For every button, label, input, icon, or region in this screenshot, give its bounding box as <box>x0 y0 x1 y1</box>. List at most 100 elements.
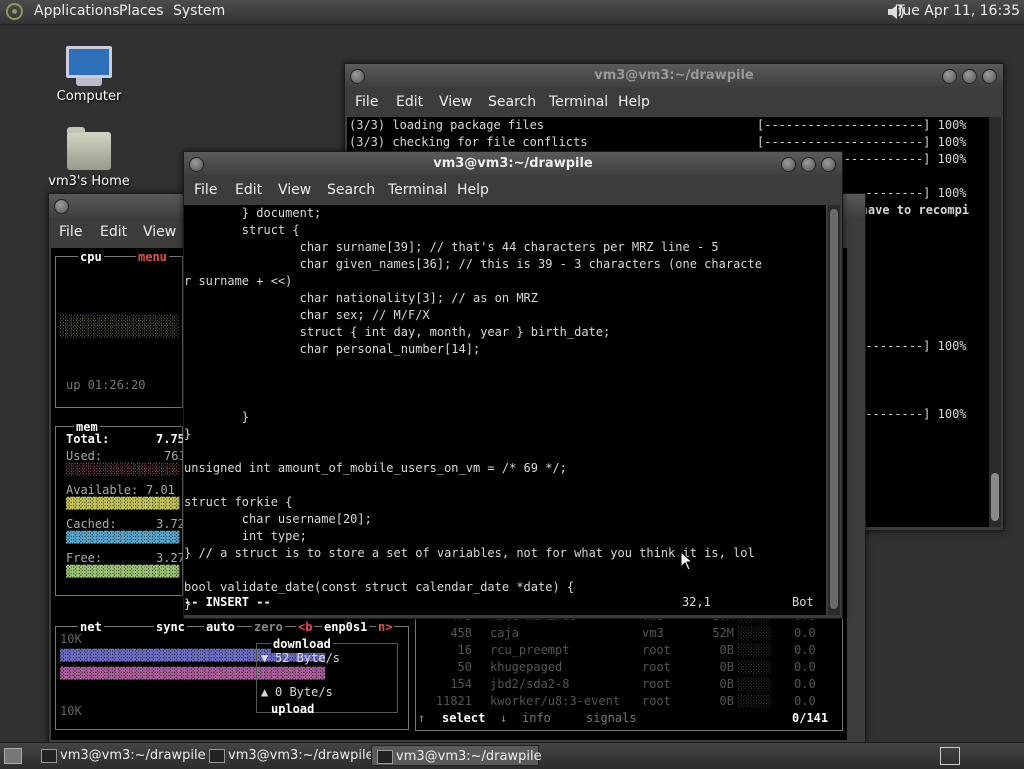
show-desktop-icon[interactable] <box>4 748 22 764</box>
net-prev-iface[interactable]: <b <box>296 619 315 636</box>
code-line: int type; <box>184 529 307 543</box>
proc-box: 473mate-maximusvm327M0.0░░░░░458cajavm35… <box>415 608 843 731</box>
proc-select[interactable]: select <box>442 710 485 727</box>
terminal-icon <box>41 749 57 763</box>
home-folder-desktop-icon[interactable]: vm3's Home <box>44 127 134 189</box>
workspace-switcher-icon[interactable] <box>940 747 960 765</box>
term-line: (3/3) loading package files <box>349 118 545 132</box>
code-line: char given_names[36]; // this is 39 - 3 … <box>184 257 762 271</box>
process-user: root <box>642 660 671 674</box>
mouse-cursor-icon <box>680 551 694 571</box>
net-scale-bottom: 10K <box>60 704 82 718</box>
menu-header[interactable]: menu <box>136 249 169 266</box>
menu-help[interactable]: Help <box>618 94 650 110</box>
back-terminal-titlebar[interactable]: vm3@vm3:~/drawpile <box>345 64 1003 88</box>
menu-file[interactable]: File <box>355 94 378 110</box>
process-mem: 52M <box>712 626 734 640</box>
taskbar-item-3[interactable]: vm3@vm3:~/drawpile <box>371 745 542 766</box>
code-line: struct { int day, month, year } birth_da… <box>184 325 611 339</box>
process-mem: 0B <box>719 677 734 691</box>
process-row[interactable]: 11821 kworker/u8:3-event root 0B 0.0 ░░░░░ <box>416 693 836 710</box>
upload-arrow-icon: ▲ <box>261 685 269 699</box>
close-button[interactable] <box>982 69 997 84</box>
mate-logo-icon[interactable] <box>6 3 23 20</box>
code-line: char surname[39]; // that's 44 character… <box>184 240 719 254</box>
menu-view[interactable]: View <box>143 224 176 240</box>
window-menu-button[interactable] <box>350 69 365 84</box>
menu-view[interactable]: View <box>278 182 311 198</box>
window-menu-button[interactable] <box>189 157 204 172</box>
menu-search[interactable]: Search <box>488 94 536 110</box>
net-next-iface[interactable]: n> <box>376 619 395 636</box>
process-mem-graph: ░░░░░ <box>738 661 772 674</box>
system-menu[interactable]: System <box>173 3 225 19</box>
process-mem: 0B <box>719 694 734 708</box>
net-auto-tab[interactable]: auto <box>204 619 237 636</box>
front-terminal-scrollbar[interactable] <box>828 205 840 615</box>
taskbar-item-2[interactable]: vm3@vm3:~/drawpile <box>204 745 374 766</box>
terminal-icon <box>377 750 393 764</box>
menu-file[interactable]: File <box>59 224 82 240</box>
close-button[interactable] <box>821 157 836 172</box>
process-user: root <box>642 677 671 691</box>
back-terminal-title: vm3@vm3:~/drawpile <box>594 68 754 83</box>
process-mem: 0B <box>719 643 734 657</box>
menu-view[interactable]: View <box>439 94 472 110</box>
front-terminal-title: vm3@vm3:~/drawpile <box>433 156 593 171</box>
process-mem-graph: ░░░░░ <box>738 695 772 708</box>
window-menu-button[interactable] <box>54 199 69 214</box>
download-rate: 52 Byte/s <box>275 651 341 665</box>
menu-terminal[interactable]: Terminal <box>549 94 608 110</box>
menu-file[interactable]: File <box>194 182 217 198</box>
process-mem-graph: ░░░░░ <box>738 678 772 691</box>
maximize-button[interactable] <box>962 69 977 84</box>
process-mem: 0B <box>719 660 734 674</box>
download-arrow-icon: ▼ <box>261 651 269 665</box>
top-panel: Applications Places System Tue Apr 11, 1… <box>0 0 1024 25</box>
scrollbar-thumb[interactable] <box>830 209 838 609</box>
taskbar-item-1[interactable]: vm3@vm3:~/drawpile <box>36 745 206 766</box>
scrollbar-thumb[interactable] <box>991 473 999 521</box>
back-terminal-scrollbar[interactable] <box>989 117 1001 527</box>
menu-help[interactable]: Help <box>457 182 489 198</box>
code-line: unsigned int amount_of_mobile_users_on_v… <box>184 461 567 475</box>
process-row[interactable]: 50 khugepaged root 0B 0.0 ░░░░░ <box>416 659 836 676</box>
process-mem-graph: ░░░░░ <box>738 644 772 657</box>
applications-menu[interactable]: Applications <box>34 3 120 19</box>
cpu-box: cpu menu ░░░░░░░░░░░░░░░░░░░░░ ░░░░░░░░░… <box>55 249 183 408</box>
menu-edit[interactable]: Edit <box>396 94 423 110</box>
process-name: khugepaged <box>490 660 563 674</box>
menu-edit[interactable]: Edit <box>235 182 262 198</box>
menu-search[interactable]: Search <box>327 182 375 198</box>
places-menu[interactable]: Places <box>119 3 164 19</box>
vim-mode: -- INSERT -- <box>184 595 271 609</box>
proc-info[interactable]: info <box>522 710 551 727</box>
menu-edit[interactable]: Edit <box>100 224 127 240</box>
process-row[interactable]: 458 caja vm3 52M 0.0 ░░░░░ <box>416 625 836 642</box>
process-pid: 50 <box>457 660 472 674</box>
net-box: net sync auto zero <b enp0s1 n> 10K ▓▓▓▓… <box>55 619 409 730</box>
minimize-button[interactable] <box>942 69 957 84</box>
back-terminal-menubar: File Edit View Search Terminal Help <box>345 88 1003 116</box>
process-pid: 11821 <box>435 694 472 708</box>
net-zero-tab[interactable]: zero <box>252 619 285 636</box>
process-cpu: 0.0 <box>794 694 816 708</box>
maximize-button[interactable] <box>801 157 816 172</box>
menu-terminal[interactable]: Terminal <box>388 182 447 198</box>
code-line: char personal_number[14]; <box>184 342 481 356</box>
computer-desktop-icon[interactable]: Computer <box>44 46 134 104</box>
minimize-button[interactable] <box>781 157 796 172</box>
process-pid: 154 <box>450 677 472 691</box>
vim-editor[interactable]: } document; struct { char surname[39]; /… <box>184 205 826 615</box>
progress-bar: [----------------------] 100% <box>757 135 967 149</box>
process-row[interactable]: 154 jbd2/sda2-8 root 0B 0.0 ░░░░░ <box>416 676 836 693</box>
front-terminal-titlebar[interactable]: vm3@vm3:~/drawpile <box>184 152 842 176</box>
process-name: jbd2/sda2-8 <box>490 677 570 691</box>
process-row[interactable]: 16 rcu_preempt root 0B 0.0 ░░░░░ <box>416 642 836 659</box>
clock[interactable]: Tue Apr 11, 16:35 <box>896 3 1020 19</box>
proc-signals[interactable]: signals <box>586 710 637 727</box>
mem-cached-bar: ▓▓▓▓▓▓▓▓▓▓▓▓▓▓▓▓▓▓▓▓ <box>66 531 179 544</box>
code-line: char username[20]; <box>184 512 372 526</box>
front-terminal-window[interactable]: vm3@vm3:~/drawpile File Edit View Search… <box>183 151 843 619</box>
net-sync-tab[interactable]: sync <box>154 619 187 636</box>
